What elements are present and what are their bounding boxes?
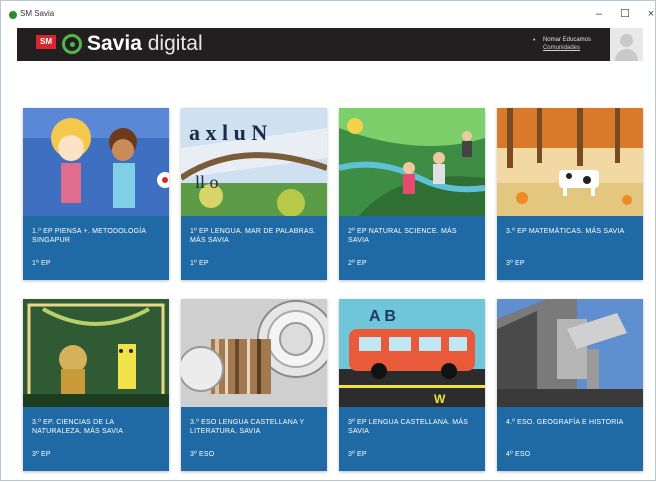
user-menu[interactable]: • Nomar Educamos Comunidades [533,37,591,51]
avatar[interactable] [610,28,643,61]
course-title: 1º EP LENGUA. MAR DE PALABRAS. MÁS SAVIA [190,228,316,244]
app-icon [9,11,17,19]
course-card[interactable]: 3.º EP. CIENCIAS DE LA NATURALEZA. MÁS S… [23,299,169,471]
close-button[interactable]: × [641,6,656,22]
user-name[interactable]: Nomar Educamos [543,37,591,43]
bullet-icon: • [532,37,536,44]
maximize-button[interactable]: ☐ [615,6,635,22]
course-thumbnail [23,299,169,407]
course-thumbnail [497,299,643,407]
course-title: 3º EP LENGUA CASTELLANA. MÁS SAVIA [348,419,469,435]
course-card[interactable]: 3.º ESO LENGUA CASTELLANA Y LITERATURA. … [181,299,327,471]
course-title: 3.º EP MATEMÁTICAS. MÁS SAVIA [506,228,625,235]
brand-light: digital [147,32,203,55]
app-window: SM Savia – ☐ × SM Savia digital • Nomar … [0,0,656,481]
course-card[interactable]: 4.º ESO. GEOGRAFÍA E HISTORIA 4º ESO [497,299,643,471]
brand-bold: Savia [87,32,142,55]
svg-text:A B: A B [369,308,396,325]
course-title: 4.º ESO. GEOGRAFÍA E HISTORIA [506,419,624,426]
course-card[interactable]: a x l u N ll o 1º EP LENGUA. MAR DE PALA… [181,108,327,280]
minimize-button[interactable]: – [589,6,609,22]
brand-logo[interactable]: Savia digital [87,32,203,56]
course-level: 1º EP [32,260,51,267]
course-level: 3º EP [32,451,51,458]
course-level: 3º EP [506,260,525,267]
course-level: 4º ESO [506,451,531,458]
course-level: 1º EP [190,260,209,267]
course-thumbnail [181,299,327,407]
course-title: 3.º ESO LENGUA CASTELLANA Y LITERATURA. … [190,419,305,435]
course-thumbnail [339,108,485,216]
svg-text:W: W [434,392,446,406]
sm-logo[interactable]: SM [36,35,56,49]
course-title: 3.º EP. CIENCIAS DE LA NATURALEZA. MÁS S… [32,419,124,435]
course-title: 1.º EP PIENSA +. METODOLOGÍA SINGAPUR [32,228,146,244]
course-thumbnail [23,108,169,216]
course-card[interactable]: 1.º EP PIENSA +. METODOLOGÍA SINGAPUR 1º… [23,108,169,280]
window-titlebar: SM Savia – ☐ × [1,1,655,28]
course-card[interactable]: A B W 3º EP LENGUA CASTELLANA. MÁS SAVIA… [339,299,485,471]
app-header: SM Savia digital • Nomar Educamos Comuni… [17,28,643,61]
course-grid: 1.º EP PIENSA +. METODOLOGÍA SINGAPUR 1º… [17,61,643,482]
course-level: 3º EP [348,451,367,458]
svg-text:a x l u N: a x l u N [189,120,267,145]
course-card[interactable]: 3.º EP MATEMÁTICAS. MÁS SAVIA 3º EP [497,108,643,280]
course-card[interactable]: 2º EP NATURAL SCIENCE. MÁS SAVIA 2º EP [339,108,485,280]
window-title: SM Savia [20,9,55,18]
course-title: 2º EP NATURAL SCIENCE. MÁS SAVIA [348,228,457,244]
course-level: 3º ESO [190,451,215,458]
course-thumbnail [497,108,643,216]
svg-text:ll o: ll o [195,172,219,192]
savia-leaf-icon [62,34,82,54]
course-thumbnail: A B W [339,299,485,407]
course-thumbnail: a x l u N ll o [181,108,327,216]
communities-link[interactable]: Comunidades [543,45,591,51]
course-level: 2º EP [348,260,367,267]
